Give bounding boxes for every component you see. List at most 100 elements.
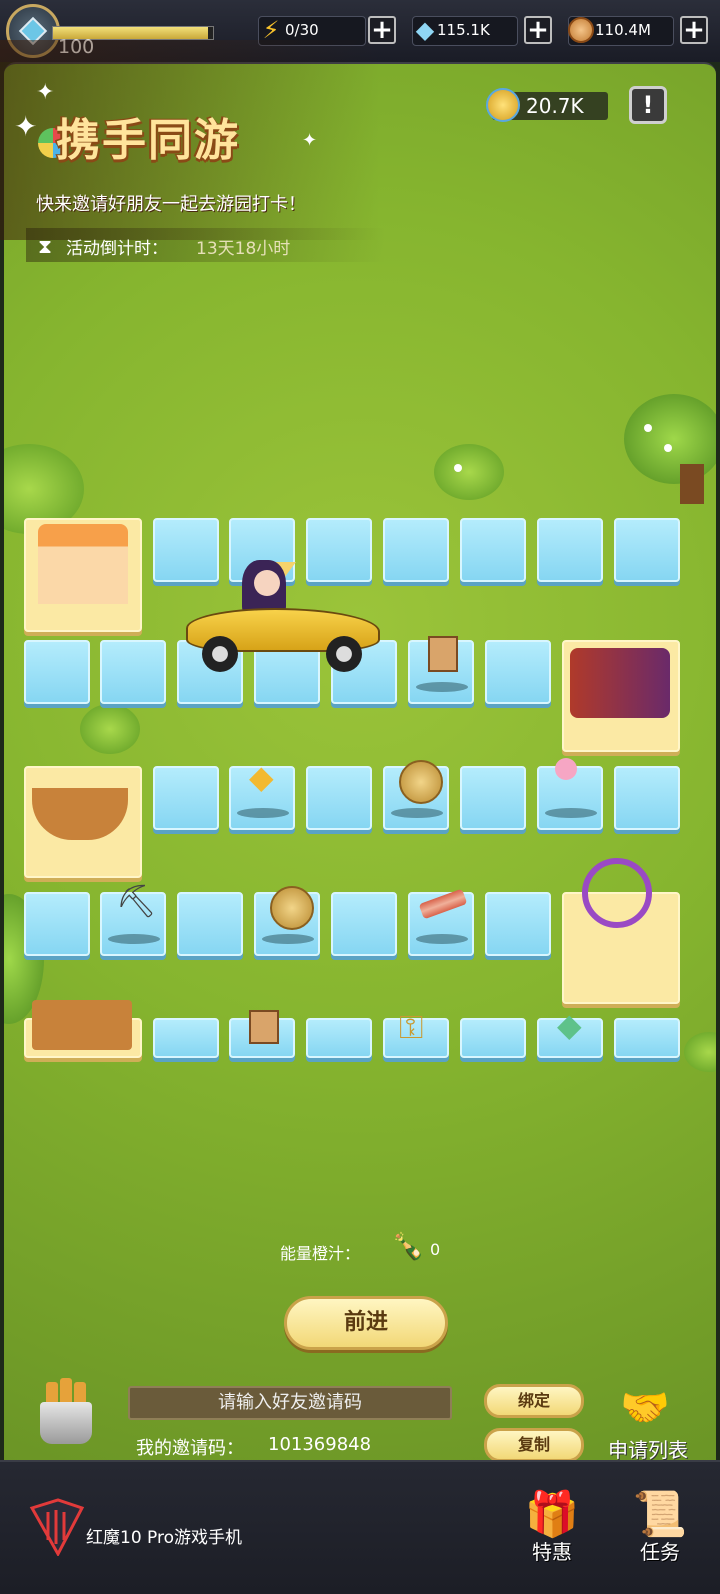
board-tile-amber-crystal: ◆ [229, 758, 295, 830]
event-token-icon [486, 88, 520, 122]
car-wheel [202, 636, 238, 672]
item-shadow [545, 808, 597, 818]
board-tile [331, 892, 397, 956]
key-icon: ⚿ [399, 1008, 424, 1046]
bush-decoration [434, 444, 504, 500]
energy-value: 0/30 [285, 21, 319, 39]
board-tile [614, 766, 680, 830]
tree-trunk [680, 464, 704, 504]
board-tile [153, 518, 219, 582]
flower-decoration [644, 424, 652, 432]
observatory-icon [32, 1000, 132, 1050]
board-tile-green-crystal: ◆ [537, 1006, 603, 1058]
station-steam-train[interactable] [562, 640, 680, 752]
bush-decoration [80, 704, 140, 754]
red-magic-logo-icon [29, 1498, 85, 1556]
item-shadow [262, 934, 314, 944]
orange-juice-bottle-icon: 🍾 [392, 1232, 425, 1262]
flower-decoration [454, 464, 462, 472]
event-currency-value: 20.7K [526, 94, 584, 118]
board-tile [153, 766, 219, 830]
board-tile-gold-coin [254, 886, 320, 956]
board-tile [177, 892, 243, 956]
board-tile [24, 892, 90, 956]
event-description: 快来邀请好朋友一起去游园打卡！ [36, 194, 306, 215]
board-tile-pickaxe: ⛏ [100, 882, 166, 956]
advance-button[interactable]: 前进 [284, 1296, 448, 1350]
gold-coin-icon [399, 760, 443, 804]
diamond-counter: ◆ 115.1K [412, 16, 518, 46]
board-tile [306, 1018, 372, 1058]
coin-icon [565, 13, 597, 47]
station-bakery-shop[interactable] [24, 518, 142, 632]
station-pirate-ship[interactable] [24, 766, 142, 878]
diamond-value: 115.1K [437, 21, 490, 39]
steam-train-icon [570, 648, 670, 718]
add-coin-button[interactable]: + [680, 16, 708, 44]
nav-special-offer-label: 特惠 [532, 1540, 572, 1564]
gift-icon: 🎁 [524, 1489, 580, 1540]
brand-text: 红魔10 Pro游戏手机 [86, 1528, 243, 1548]
station-observatory[interactable] [24, 1000, 142, 1058]
board-tile [460, 766, 526, 830]
pirate-ship-icon [32, 788, 128, 840]
board-tile [383, 518, 449, 582]
board-tile-bacon [408, 888, 474, 956]
board-tile [537, 518, 603, 582]
board-tile [153, 1018, 219, 1058]
board-tile [614, 1018, 680, 1058]
coin-value: 110.4M [595, 21, 651, 39]
juice-bucket-icon[interactable] [36, 1378, 96, 1446]
energy-juice-count: 0 [430, 1240, 441, 1259]
nav-tasks[interactable]: 📜 任务 [620, 1480, 700, 1590]
hourglass-icon: ⧗ [38, 234, 53, 258]
event-title: 携手同游 [56, 115, 240, 166]
energy-juice-label: 能量橙汁： [280, 1244, 361, 1263]
my-invite-code-value: 101369848 [268, 1434, 372, 1455]
nav-tasks-label: 任务 [640, 1540, 680, 1564]
board-tile-dynamite [408, 636, 474, 704]
sparkle-icon: ✦ [36, 80, 55, 105]
event-currency-counter: 20.7K [486, 88, 608, 122]
invite-code-input[interactable]: 请输入好友邀请码 [128, 1386, 452, 1420]
board-tile [24, 640, 90, 704]
coin-counter: 110.4M [568, 16, 674, 46]
station-ferris-wheel[interactable] [562, 858, 680, 1004]
dynamite-icon [249, 1010, 279, 1044]
handshake-icon[interactable]: 🤝 [620, 1384, 670, 1431]
countdown-value: 13天18小时 [196, 239, 291, 259]
board-tile [460, 1018, 526, 1058]
add-diamond-button[interactable]: + [524, 16, 552, 44]
board-tile-lollipop [537, 758, 603, 830]
player-car [186, 560, 382, 672]
amber-crystal-icon: ◆ [249, 758, 274, 796]
dynamite-icon [428, 636, 458, 672]
countdown-label: 活动倒计时： [66, 239, 168, 259]
board-tile [485, 892, 551, 956]
my-invite-code-label: 我的邀请码： [136, 1438, 244, 1459]
bush-decoration [684, 1032, 716, 1072]
bind-button[interactable]: 绑定 [484, 1384, 584, 1418]
bakery-shop-icon [38, 524, 128, 604]
copy-button[interactable]: 复制 [484, 1428, 584, 1462]
board-tile [485, 640, 551, 704]
info-button[interactable]: ! [629, 86, 667, 124]
item-shadow [416, 682, 468, 692]
flower-decoration [664, 444, 672, 452]
item-shadow [108, 934, 160, 944]
scroll-icon: 📜 [632, 1489, 688, 1540]
sparkle-icon: ✦ [302, 130, 318, 151]
board-tile [306, 518, 372, 582]
pickaxe-icon: ⛏ [116, 882, 157, 920]
item-shadow [391, 808, 443, 818]
board-tile-gold-coin [383, 760, 449, 830]
board-tile [614, 518, 680, 582]
countdown-row: ⧗ 活动倒计时： 13天18小时 [26, 228, 386, 262]
nav-special-offer[interactable]: 🎁 特惠 [512, 1480, 592, 1590]
sparkle-icon: ✦ [14, 110, 38, 143]
gold-coin-icon [270, 886, 314, 930]
bacon-icon [418, 888, 468, 920]
request-list-label[interactable]: 申请列表 [608, 1434, 688, 1463]
lollipop-icon [555, 758, 577, 780]
ferris-wheel-icon [582, 858, 652, 928]
